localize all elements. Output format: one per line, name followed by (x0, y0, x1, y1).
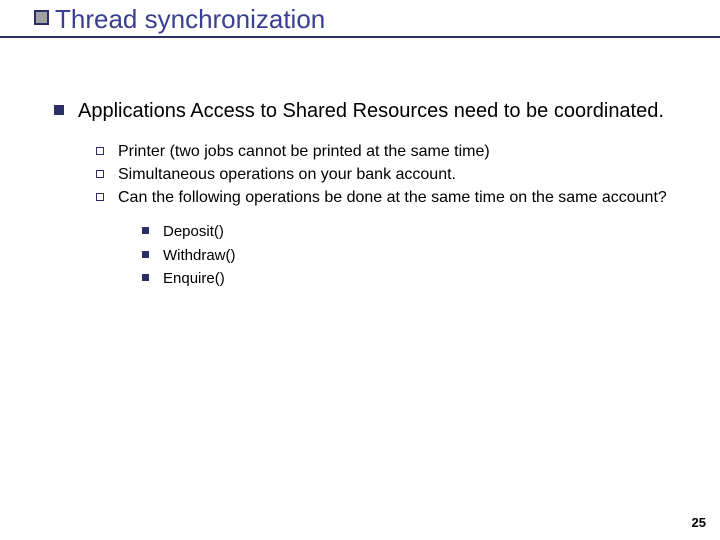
bullet-level2: Can the following operations be done at … (96, 188, 674, 209)
open-square-bullet-icon (96, 170, 104, 178)
bullet-level3-text: Deposit() (163, 222, 224, 242)
bullet-level3: Withdraw() (142, 246, 674, 266)
bullet-level2-text: Printer (two jobs cannot be printed at t… (118, 142, 490, 163)
square-bullet-icon (54, 105, 64, 115)
bullet-level3: Enquire() (142, 269, 674, 289)
open-square-bullet-icon (96, 147, 104, 155)
bullet-level1: Applications Access to Shared Resources … (54, 98, 674, 124)
bullet-level2-text: Can the following operations be done at … (118, 188, 667, 209)
title-underline (0, 36, 720, 38)
slide-title-row: Thread synchronization (34, 4, 325, 35)
bullet-level1-text: Applications Access to Shared Resources … (78, 98, 664, 124)
bullet-level2: Printer (two jobs cannot be printed at t… (96, 142, 674, 163)
bullet-level3: Deposit() (142, 222, 674, 242)
small-square-bullet-icon (142, 274, 149, 281)
open-square-bullet-icon (96, 193, 104, 201)
page-number: 25 (692, 515, 706, 530)
bullet-level2-text: Simultaneous operations on your bank acc… (118, 165, 456, 186)
bullet-level3-text: Withdraw() (163, 246, 236, 266)
title-bullet-icon (34, 10, 49, 25)
bullet-level2-group: Printer (two jobs cannot be printed at t… (96, 142, 674, 289)
slide-body: Applications Access to Shared Resources … (54, 98, 674, 293)
bullet-level3-group: Deposit() Withdraw() Enquire() (142, 222, 674, 289)
bullet-level3-text: Enquire() (163, 269, 225, 289)
bullet-level2: Simultaneous operations on your bank acc… (96, 165, 674, 186)
small-square-bullet-icon (142, 227, 149, 234)
slide: Thread synchronization Applications Acce… (0, 0, 720, 540)
small-square-bullet-icon (142, 251, 149, 258)
slide-title: Thread synchronization (55, 4, 325, 35)
